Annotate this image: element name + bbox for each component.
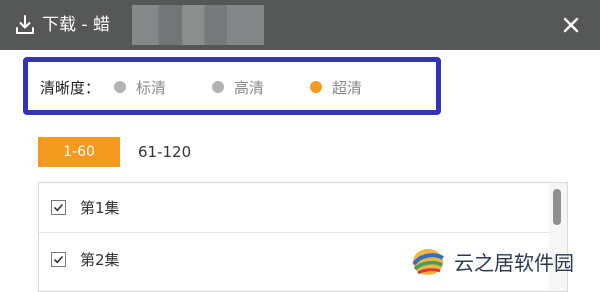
resolution-option-label: 标清 (136, 78, 167, 97)
range-tab-1-60[interactable]: 1-60 (38, 137, 120, 167)
episode-checkbox[interactable] (51, 251, 66, 267)
resolution-option-sd[interactable]: 标清 (114, 77, 166, 98)
title-bar: 下载 - 蜡 (0, 0, 600, 50)
watermark: 云之居软件园 (410, 238, 574, 284)
resolution-option-label: 超清 (332, 78, 363, 97)
resolution-option-hd[interactable]: 高清 (212, 77, 264, 98)
checkmark-icon (53, 255, 64, 263)
radio-dot-selected-icon (310, 81, 323, 93)
episode-label: 第2集 (80, 250, 120, 269)
checkmark-icon (53, 203, 64, 212)
episode-label: 第1集 (80, 199, 120, 217)
watermark-logo-icon (412, 249, 444, 275)
window-title: 下载 - 蜡 (42, 15, 110, 35)
scrollbar-thumb[interactable] (553, 189, 561, 225)
watermark-text: 云之居软件园 (454, 250, 574, 275)
list-item[interactable]: 第1集 (39, 183, 549, 233)
download-icon (16, 15, 34, 34)
radio-dot-icon (114, 81, 127, 93)
resolution-option-uhd[interactable]: 超清 (310, 77, 362, 98)
range-tab-61-120[interactable]: 61-120 (138, 137, 191, 167)
resolution-option-label: 高清 (234, 78, 265, 97)
resolution-selector: 清晰度： 标清 高清 超清 (40, 76, 408, 98)
resolution-label: 清晰度： (40, 78, 101, 97)
close-button[interactable] (558, 12, 584, 38)
title-redaction (132, 5, 264, 45)
close-icon (563, 17, 579, 33)
radio-dot-icon (212, 81, 225, 93)
episode-checkbox[interactable] (51, 200, 66, 215)
